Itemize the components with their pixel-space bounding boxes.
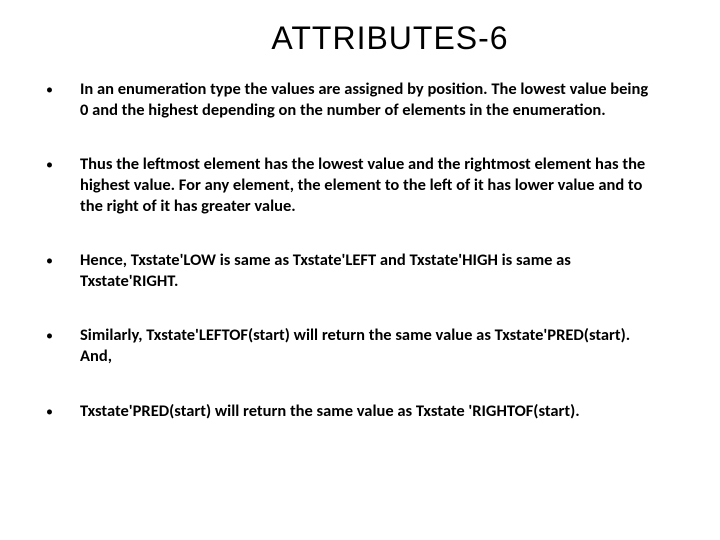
slide-title: ATTRIBUTES-6 [100,20,680,57]
list-item: • Txstate'PRED(start) will return the sa… [40,401,680,422]
list-item: • Similarly, Txstate'LEFTOF(start) will … [40,325,680,366]
bullet-text: Txstate'PRED(start) will return the same… [80,401,680,422]
bullet-marker: • [40,79,80,120]
bullet-text: Similarly, Txstate'LEFTOF(start) will re… [80,325,680,366]
list-item: • Thus the leftmost element has the lowe… [40,154,680,216]
bullet-text: Hence, Txstate'LOW is same as Txstate'LE… [80,250,680,291]
bullet-list: • In an enumeration type the values are … [40,79,680,421]
bullet-text: Thus the leftmost element has the lowest… [80,154,680,216]
bullet-marker: • [40,154,80,216]
bullet-marker: • [40,401,80,422]
list-item: • In an enumeration type the values are … [40,79,680,120]
bullet-text: In an enumeration type the values are as… [80,79,680,120]
bullet-marker: • [40,250,80,291]
list-item: • Hence, Txstate'LOW is same as Txstate'… [40,250,680,291]
bullet-marker: • [40,325,80,366]
